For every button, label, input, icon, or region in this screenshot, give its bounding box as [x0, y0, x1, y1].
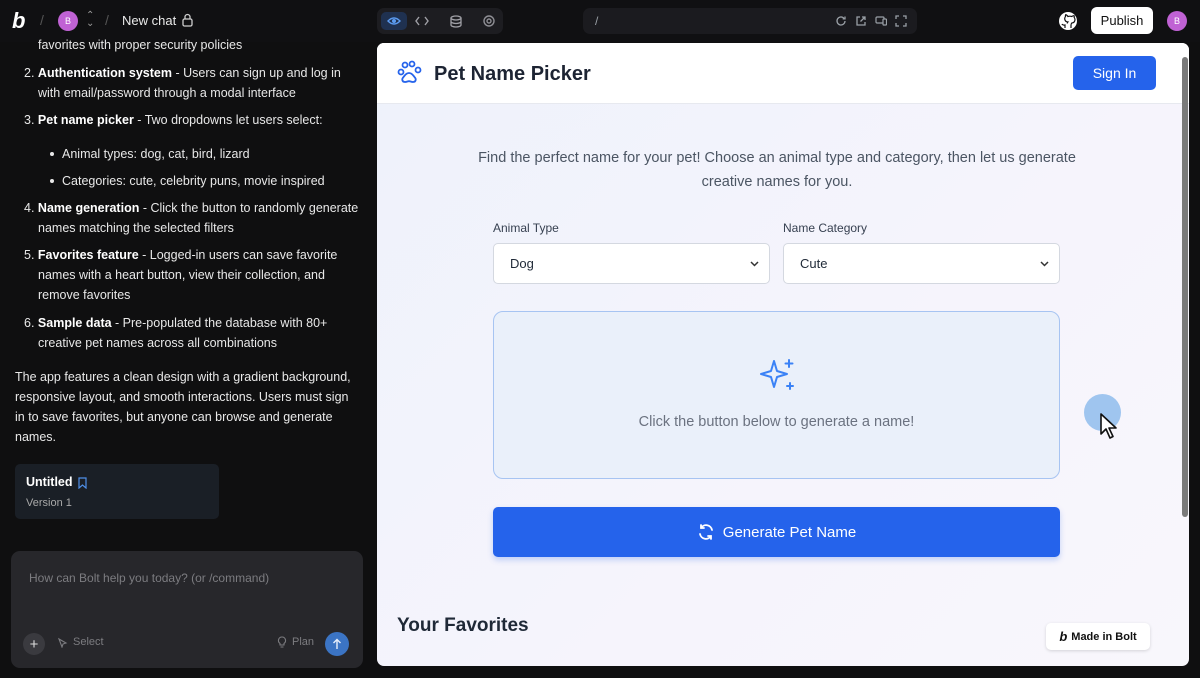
list-item: 4. Name generation - Click the button to…: [24, 198, 358, 218]
list-item-text: with email/password through a modal inte…: [38, 86, 296, 100]
list-number: 5.: [24, 248, 35, 262]
bullet-item: Categories: cute, celebrity puns, movie …: [62, 174, 325, 188]
chat-title[interactable]: New chat: [122, 13, 176, 28]
prompt-placeholder[interactable]: How can Bolt help you today? (or /comman…: [29, 571, 269, 585]
generate-label: Generate Pet Name: [722, 523, 857, 541]
plan-button[interactable]: Plan: [277, 636, 314, 648]
chevron-down-icon: [1040, 261, 1049, 267]
breadcrumb-separator: /: [40, 12, 44, 28]
devices-icon[interactable]: [875, 14, 888, 26]
list-item-text: names with a heart button, view their co…: [38, 268, 325, 282]
github-icon[interactable]: [1058, 11, 1078, 31]
chat-paragraph: names.: [15, 430, 56, 444]
preview-tab[interactable]: [381, 12, 407, 30]
scrollbar[interactable]: [1182, 57, 1188, 517]
list-item: 5. Favorites feature - Logged-in users c…: [24, 245, 337, 265]
version-title: Untitled: [26, 475, 73, 489]
list-item-title: Name generation: [37, 201, 140, 215]
favorites-heading: Your Favorites: [397, 615, 529, 636]
bookmark-icon[interactable]: [78, 477, 87, 489]
database-tab[interactable]: [443, 12, 469, 30]
select-button[interactable]: Select: [57, 636, 104, 648]
chat-paragraph: The app features a clean design with a g…: [15, 370, 351, 384]
code-icon: [415, 16, 429, 26]
eye-icon: [387, 17, 401, 25]
reload-icon[interactable]: [835, 14, 847, 26]
placeholder-text: Click the button below to generate a nam…: [638, 414, 915, 430]
refresh-icon: [698, 524, 713, 540]
animal-type-label: Animal Type: [493, 221, 559, 235]
list-number: 4.: [24, 201, 35, 215]
version-card[interactable]: Untitled Version 1: [15, 464, 219, 519]
version-label: Version 1: [26, 497, 72, 509]
app-preview: Pet Name Picker Sign In Find the perfect…: [377, 43, 1189, 666]
database-icon: [450, 14, 462, 28]
fullscreen-icon[interactable]: [895, 14, 907, 27]
url-path[interactable]: /: [595, 14, 598, 28]
list-item-title: Authentication system: [37, 66, 172, 80]
list-item: 6. Sample data - Pre-populated the datab…: [24, 313, 327, 333]
list-item-title: Sample data: [37, 316, 112, 330]
gear-icon[interactable]: [480, 12, 498, 30]
send-button[interactable]: [325, 632, 349, 656]
list-number: 2.: [24, 66, 35, 80]
bullet-dot: [50, 152, 54, 156]
app-header: Pet Name Picker Sign In: [377, 43, 1189, 104]
animal-type-select[interactable]: Dog: [493, 243, 770, 284]
prompt-input-box[interactable]: How can Bolt help you today? (or /comman…: [11, 551, 363, 668]
list-item: 3. Pet name picker - Two dropdowns let u…: [24, 110, 323, 130]
chat-text: favorites with proper security policies: [38, 38, 243, 52]
list-item: 2. Authentication system - Users can sig…: [24, 63, 341, 83]
url-bar[interactable]: /: [583, 8, 917, 34]
chat-paragraph: in to save favorites, but anyone can bro…: [15, 410, 333, 424]
generate-name-button[interactable]: Generate Pet Name: [493, 507, 1060, 557]
list-item-title: Favorites feature: [37, 248, 139, 262]
bullet-item: Animal types: dog, cat, bird, lizard: [62, 147, 250, 161]
list-item-text: - Users can sign up and log in: [171, 66, 341, 80]
name-category-label: Name Category: [783, 221, 868, 235]
intro-text: Find the perfect name for your pet! Choo…: [478, 150, 1076, 190]
list-number: 3.: [24, 113, 35, 127]
chevron-down-icon: [750, 261, 759, 267]
sign-in-button[interactable]: Sign In: [1073, 56, 1156, 90]
name-display-box: Click the button below to generate a nam…: [493, 311, 1060, 479]
lightbulb-icon: [277, 636, 287, 648]
animal-type-value: Dog: [510, 256, 534, 271]
add-attachment-button[interactable]: +: [23, 633, 45, 655]
bolt-logo[interactable]: b: [12, 10, 32, 32]
list-item-text: - Pre-populated the database with 80+: [111, 316, 328, 330]
made-in-bolt-label: Made in Bolt: [1071, 630, 1137, 643]
breadcrumb-separator: /: [105, 12, 109, 28]
bolt-logo-icon: b: [1059, 629, 1068, 644]
list-item-title: Pet name picker: [37, 113, 134, 127]
list-item-text: - Two dropdowns let users select:: [133, 113, 323, 127]
code-tab[interactable]: [409, 12, 435, 30]
paw-icon: [397, 60, 422, 83]
select-label: Select: [73, 636, 104, 648]
user-avatar[interactable]: B: [1167, 11, 1187, 31]
app-title: Pet Name Picker: [434, 63, 591, 85]
lock-icon: [182, 13, 193, 27]
list-item-text: creative pet names across all combinatio…: [38, 336, 278, 350]
list-item-text: - Logged-in users can save favorite: [138, 248, 338, 262]
list-item-text: remove favorites: [38, 288, 131, 302]
mouse-cursor-icon: [1100, 413, 1117, 439]
bullet-dot: [50, 179, 54, 183]
list-item-text: - Click the button to randomly generate: [139, 201, 359, 215]
cursor-select-icon: [57, 637, 68, 648]
chat-paragraph: responsive layout, and smooth interactio…: [15, 390, 349, 404]
chevron-updown-icon[interactable]: ⌃ ⌄: [86, 11, 94, 29]
list-number: 6.: [24, 316, 35, 330]
sparkles-icon: [760, 359, 794, 390]
external-link-icon[interactable]: [855, 14, 867, 26]
name-category-value: Cute: [800, 256, 828, 271]
made-in-bolt-badge[interactable]: b Made in Bolt: [1046, 623, 1150, 650]
name-category-select[interactable]: Cute: [783, 243, 1060, 284]
list-item-text: names matching the selected filters: [38, 221, 234, 235]
arrow-up-icon: [333, 638, 341, 649]
avatar[interactable]: B: [58, 11, 78, 31]
publish-button[interactable]: Publish: [1091, 7, 1153, 34]
plan-label: Plan: [292, 636, 315, 648]
